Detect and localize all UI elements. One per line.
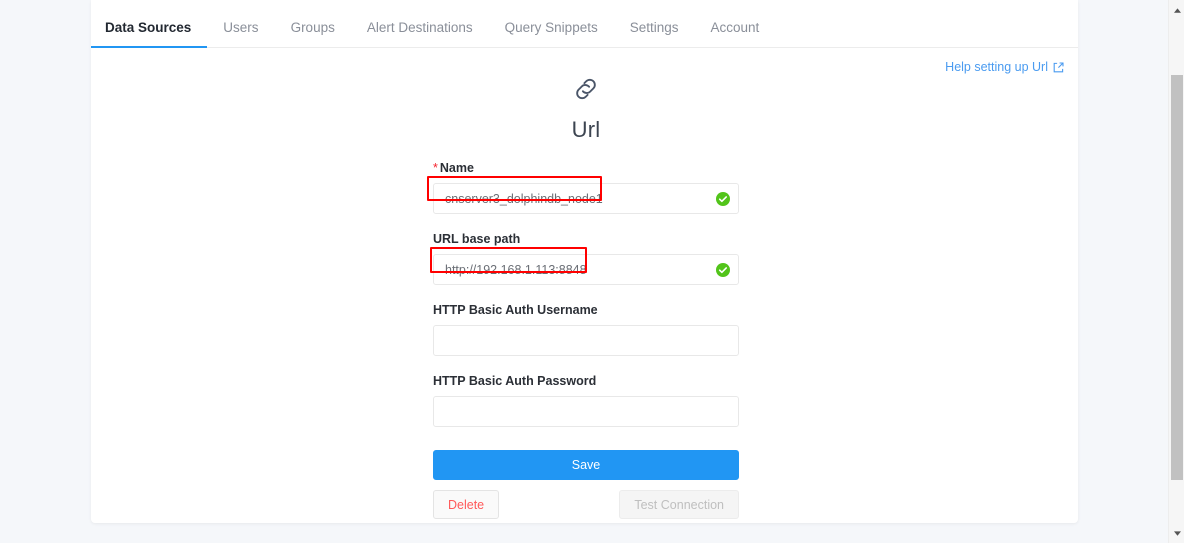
help-setting-up-url-link[interactable]: Help setting up Url [945, 60, 1064, 74]
field-basic-auth-username: HTTP Basic Auth Username [433, 303, 739, 356]
field-url-base-path: URL base path [433, 232, 739, 285]
tab-label: Users [223, 20, 258, 35]
form-header: Url [433, 74, 739, 143]
help-link-label: Help setting up Url [945, 60, 1048, 74]
field-basic-auth-password-label: HTTP Basic Auth Password [433, 374, 739, 388]
url-base-path-input[interactable] [433, 254, 739, 285]
field-url-base-path-label: URL base path [433, 232, 739, 246]
name-input-row [433, 183, 739, 214]
tab-data-sources[interactable]: Data Sources [91, 21, 207, 48]
scroll-up-arrow-icon[interactable] [1169, 2, 1184, 18]
field-label-text: Name [440, 161, 474, 175]
data-source-form: Url *Name [433, 60, 739, 519]
tab-groups[interactable]: Groups [275, 21, 351, 48]
field-label-text: HTTP Basic Auth Username [433, 303, 598, 317]
basic-auth-password-input[interactable] [433, 396, 739, 427]
link-icon [433, 74, 739, 109]
tab-settings[interactable]: Settings [614, 21, 695, 48]
field-basic-auth-password: HTTP Basic Auth Password [433, 374, 739, 427]
field-name: *Name [433, 161, 739, 214]
app-root: Data Sources Users Groups Alert Destinat… [0, 0, 1184, 543]
tab-label: Query Snippets [505, 20, 598, 35]
settings-card: Data Sources Users Groups Alert Destinat… [91, 0, 1078, 523]
secondary-button-row: Delete Test Connection [433, 490, 739, 519]
tab-query-snippets[interactable]: Query Snippets [489, 21, 614, 48]
name-input[interactable] [433, 183, 739, 214]
page-title: Url [433, 117, 739, 143]
tab-label: Data Sources [105, 20, 191, 35]
field-name-label: *Name [433, 161, 739, 175]
tab-users[interactable]: Users [207, 21, 274, 48]
settings-tabbar: Data Sources Users Groups Alert Destinat… [91, 0, 1078, 48]
external-link-icon [1053, 62, 1064, 73]
page-scrollbar[interactable] [1168, 0, 1184, 543]
tab-account[interactable]: Account [695, 21, 776, 48]
tab-label: Alert Destinations [367, 20, 473, 35]
delete-button[interactable]: Delete [433, 490, 499, 519]
url-input-row [433, 254, 739, 285]
scrollbar-thumb[interactable] [1171, 75, 1183, 480]
tab-label: Settings [630, 20, 679, 35]
basic-auth-username-input[interactable] [433, 325, 739, 356]
field-basic-auth-username-label: HTTP Basic Auth Username [433, 303, 739, 317]
field-label-text: URL base path [433, 232, 520, 246]
test-connection-button[interactable]: Test Connection [619, 490, 739, 519]
username-input-row [433, 325, 739, 356]
scroll-down-arrow-icon[interactable] [1169, 525, 1184, 541]
tab-label: Groups [291, 20, 335, 35]
password-input-row [433, 396, 739, 427]
required-marker: * [433, 161, 438, 175]
save-button[interactable]: Save [433, 450, 739, 480]
tab-label: Account [711, 20, 760, 35]
field-label-text: HTTP Basic Auth Password [433, 374, 596, 388]
tab-alert-destinations[interactable]: Alert Destinations [351, 21, 489, 48]
